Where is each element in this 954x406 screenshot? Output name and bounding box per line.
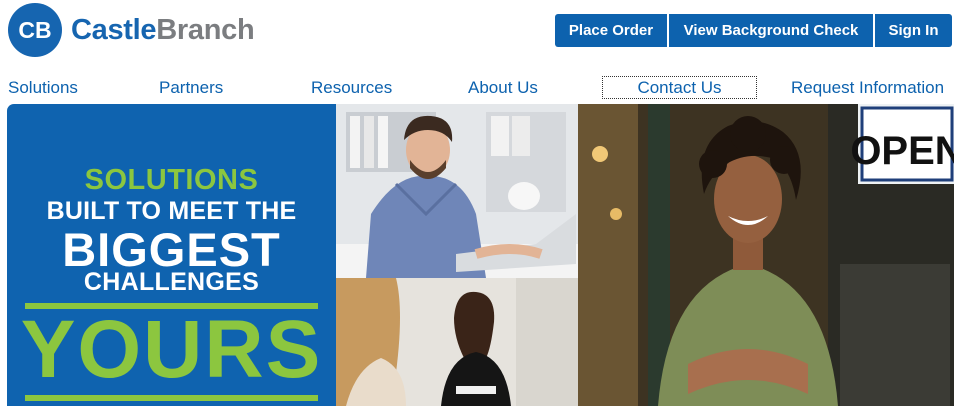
logo-wordmark: CastleBranch <box>71 13 255 47</box>
nav-item-partners[interactable]: Partners <box>159 78 223 98</box>
view-background-check-button[interactable]: View Background Check <box>669 14 875 47</box>
hero-promo-panel: SOLUTIONS BUILT TO MEET THE BIGGEST CHAL… <box>7 104 336 406</box>
svg-text:CB: CB <box>18 17 51 43</box>
nav-item-contact-us[interactable]: Contact Us <box>602 76 757 99</box>
hero-line-solutions: SOLUTIONS <box>84 164 259 196</box>
hero-photo-office-man <box>336 104 578 278</box>
nav-item-solutions[interactable]: Solutions <box>8 78 78 98</box>
cb-logo-icon: CB <box>8 3 62 57</box>
hero-divider-bottom <box>25 395 318 401</box>
hero-photo-shop-owner: OPEN <box>578 104 954 406</box>
nav-item-request-information[interactable]: Request Information <box>791 78 944 98</box>
hero-banner[interactable]: SOLUTIONS BUILT TO MEET THE BIGGEST CHAL… <box>0 104 954 406</box>
hero-photo-women-meeting <box>336 278 578 406</box>
logo-word-castle: Castle <box>71 13 157 46</box>
open-sign-text: OPEN <box>850 129 954 173</box>
nav-item-about-us[interactable]: About Us <box>468 78 538 98</box>
hero-line-challenges: CHALLENGES <box>83 268 260 296</box>
nav-item-resources[interactable]: Resources <box>311 78 392 98</box>
top-action-buttons: Place Order View Background Check Sign I… <box>555 14 952 47</box>
place-order-button[interactable]: Place Order <box>555 14 669 47</box>
logo-word-branch: Branch <box>156 13 255 46</box>
sign-in-button[interactable]: Sign In <box>875 14 952 47</box>
hero-line-yours: YOURS <box>20 304 323 395</box>
castlebranch-logo[interactable]: CB CastleBranch <box>7 2 255 58</box>
main-navigation: Solutions Partners Resources About Us Co… <box>0 76 954 102</box>
